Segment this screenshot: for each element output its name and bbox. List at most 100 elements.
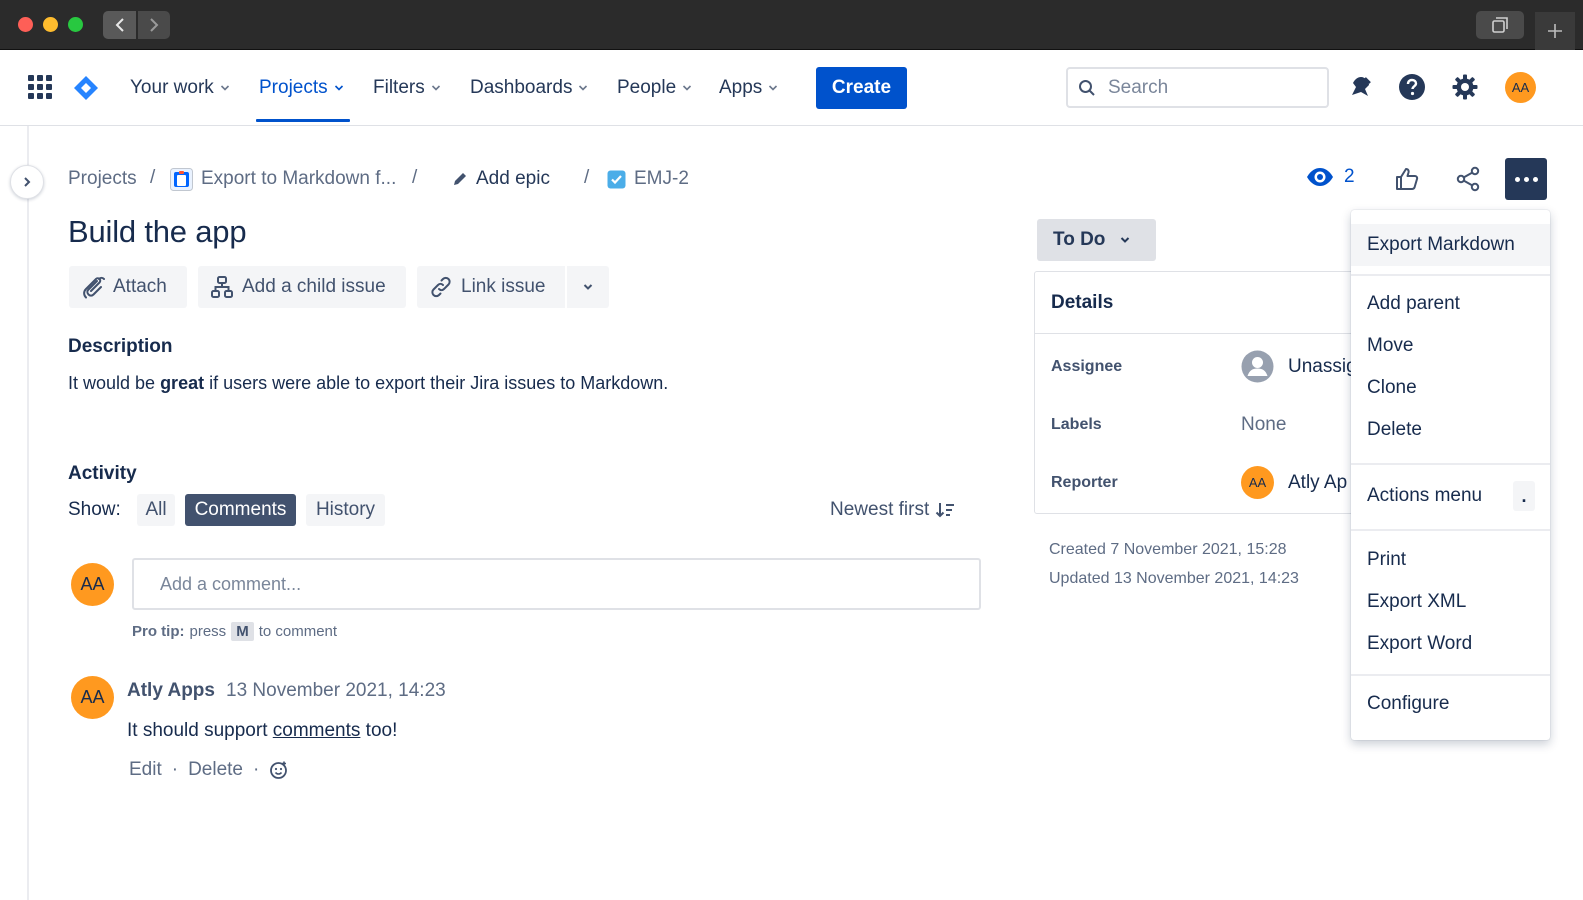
details-heading[interactable]: Details — [1035, 272, 1363, 334]
breadcrumb-add-epic[interactable]: Add epic — [452, 167, 550, 191]
menu-item-delete[interactable]: Delete — [1351, 409, 1550, 451]
chevron-down-icon — [769, 85, 778, 91]
menu-item-clone[interactable]: Clone — [1351, 367, 1550, 409]
description-text[interactable]: It would be great if users were able to … — [68, 373, 668, 394]
like-thumbs-up-icon[interactable] — [1393, 165, 1421, 193]
status-dropdown[interactable]: To Do — [1037, 219, 1156, 261]
share-icon[interactable] — [1454, 165, 1482, 193]
link-issue-button[interactable]: Link issue — [417, 266, 565, 308]
menu-item-add-parent[interactable]: Add parent — [1351, 283, 1550, 325]
activity-heading: Activity — [68, 463, 137, 484]
help-icon[interactable] — [1397, 72, 1427, 102]
hierarchy-icon — [211, 276, 233, 298]
comment-author[interactable]: Atly Apps — [127, 680, 215, 702]
user-avatar[interactable]: AA — [1505, 72, 1536, 103]
nav-your-work[interactable]: Your work — [130, 74, 230, 102]
more-options-button[interactable] — [1505, 158, 1547, 200]
expand-sidebar-button[interactable] — [10, 165, 44, 199]
search-field[interactable] — [1066, 67, 1329, 108]
delete-comment-button[interactable]: Delete — [188, 759, 243, 781]
menu-item-move[interactable]: Move — [1351, 325, 1550, 367]
browser-back-button[interactable] — [103, 11, 136, 39]
app-switcher-icon[interactable] — [28, 75, 52, 99]
menu-divider — [1351, 529, 1550, 531]
minimize-window-button[interactable] — [43, 17, 58, 32]
comment-link[interactable]: comments — [273, 720, 361, 741]
breadcrumb-issue[interactable]: EMJ-2 — [607, 167, 689, 191]
sidebar-divider — [27, 126, 29, 900]
assignee-label: Assignee — [1051, 358, 1123, 375]
task-checkbox-icon — [607, 170, 626, 188]
menu-item-configure[interactable]: Configure — [1351, 683, 1550, 725]
description-text-end: if users were able to export their Jira … — [204, 373, 669, 393]
comment-text-start: It should support — [127, 720, 273, 741]
breadcrumb-project[interactable]: Export to Markdown f... — [170, 167, 396, 191]
nav-dashboards[interactable]: Dashboards — [470, 74, 588, 102]
chevron-down-icon — [583, 284, 593, 290]
menu-divider — [1351, 463, 1550, 465]
add-child-issue-button[interactable]: Add a child issue — [198, 266, 406, 308]
chevron-left-icon — [115, 18, 124, 32]
assignee-field[interactable]: Unassig — [1241, 350, 1357, 383]
comment-author-avatar[interactable]: AA — [71, 676, 114, 719]
menu-item-export-word[interactable]: Export Word — [1351, 623, 1550, 665]
settings-gear-icon[interactable] — [1450, 72, 1480, 102]
reporter-label: Reporter — [1051, 474, 1118, 491]
attach-button[interactable]: Attach — [69, 266, 187, 308]
chevron-right-icon — [150, 18, 159, 32]
zoom-window-button[interactable] — [68, 17, 83, 32]
filter-comments-button[interactable]: Comments — [185, 494, 296, 526]
nav-filters-label: Filters — [373, 77, 425, 98]
description-text-start: It would be — [68, 373, 161, 393]
attach-label: Attach — [113, 276, 167, 297]
chevron-down-icon — [579, 85, 588, 91]
description-bold-text: great — [160, 373, 205, 393]
jira-logo-icon[interactable] — [72, 74, 100, 102]
create-button[interactable]: Create — [816, 67, 907, 109]
more-actions-dropdown-button[interactable] — [567, 266, 609, 308]
filter-all-button[interactable]: All — [137, 494, 175, 526]
menu-divider — [1351, 274, 1550, 276]
nav-people[interactable]: People — [617, 74, 692, 102]
add-reaction-icon[interactable] — [269, 760, 289, 780]
assignee-value: Unassig — [1288, 355, 1357, 377]
comment-actions: Edit · Delete · — [129, 759, 289, 781]
menu-item-print[interactable]: Print — [1351, 539, 1550, 581]
menu-item-export-markdown[interactable]: Export Markdown — [1351, 224, 1550, 266]
comment-timestamp[interactable]: 13 November 2021, 14:23 — [226, 680, 446, 702]
notifications-icon[interactable] — [1345, 72, 1375, 102]
browser-tabs-button[interactable] — [1476, 11, 1524, 39]
chevron-down-icon — [431, 85, 440, 91]
nav-filters[interactable]: Filters — [373, 74, 441, 102]
watch-button[interactable]: 2 — [1306, 166, 1355, 188]
add-comment-input[interactable] — [132, 558, 981, 610]
updated-date: Updated 13 November 2021, 14:23 — [1049, 570, 1299, 587]
unassigned-avatar-icon — [1241, 350, 1274, 383]
menu-item-actions-menu[interactable]: Actions menu . — [1351, 475, 1550, 517]
labels-value[interactable]: None — [1241, 414, 1286, 436]
reporter-avatar: AA — [1241, 466, 1274, 499]
nav-projects[interactable]: Projects — [259, 74, 344, 102]
menu-item-export-xml[interactable]: Export XML — [1351, 581, 1550, 623]
search-input[interactable] — [1108, 76, 1308, 99]
browser-forward-button[interactable] — [138, 11, 170, 39]
new-tab-button[interactable] — [1535, 12, 1575, 50]
edit-comment-button[interactable]: Edit — [129, 759, 162, 781]
dot-separator: · — [253, 759, 260, 780]
breadcrumb-projects[interactable]: Projects — [68, 167, 137, 191]
issue-title[interactable]: Build the app — [68, 214, 247, 250]
plus-icon — [1548, 24, 1562, 38]
chevron-down-icon — [683, 85, 692, 91]
add-child-issue-label: Add a child issue — [242, 276, 386, 297]
sort-descending-icon — [936, 503, 955, 518]
pro-tip-label: Pro tip: — [132, 623, 185, 640]
close-window-button[interactable] — [18, 17, 33, 32]
sort-order-button[interactable]: Newest first — [830, 499, 955, 521]
nav-apps[interactable]: Apps — [719, 74, 778, 102]
reporter-value: Atly Ap — [1288, 471, 1348, 493]
chevron-right-icon — [24, 177, 31, 187]
chevron-down-icon — [334, 85, 343, 91]
reporter-field[interactable]: AA Atly Ap — [1241, 466, 1347, 499]
filter-history-button[interactable]: History — [306, 494, 385, 526]
pro-tip-text-after: to comment — [258, 623, 338, 640]
